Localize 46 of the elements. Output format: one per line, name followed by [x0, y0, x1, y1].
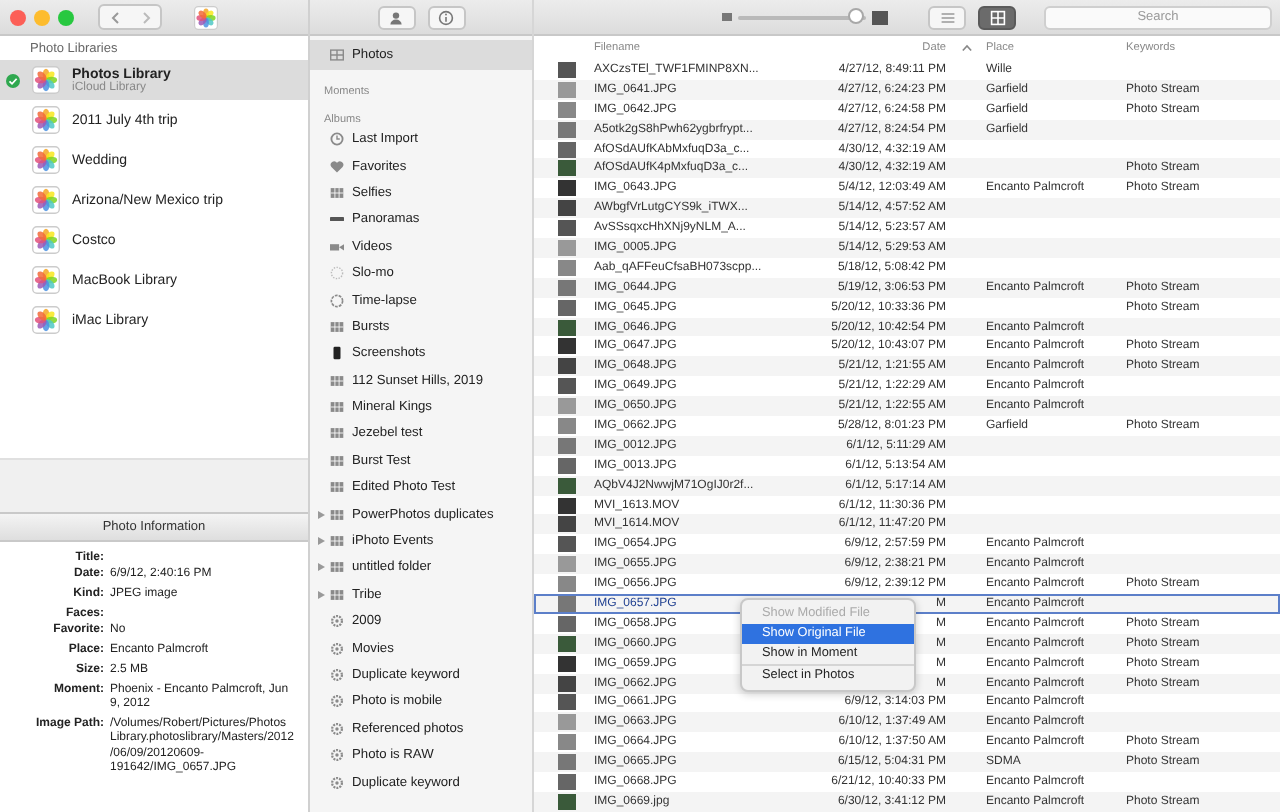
chevron-left-icon [109, 11, 121, 23]
grid-view-button[interactable] [978, 5, 1016, 29]
album-icon [330, 400, 344, 415]
info-icon [438, 9, 454, 25]
list-icon [939, 9, 955, 25]
album-icon [330, 587, 344, 602]
library-icon [32, 106, 60, 134]
zoom-button[interactable] [58, 9, 74, 25]
album-icon [330, 534, 344, 549]
heart-icon [330, 159, 344, 174]
phone-icon [330, 346, 344, 361]
person-icon [388, 9, 404, 25]
chevron-right-icon [139, 11, 151, 23]
photos-app-icon [194, 5, 218, 29]
library-icon [32, 146, 60, 174]
album-icon [330, 185, 344, 200]
panorama-icon [330, 212, 344, 227]
album-icon [330, 453, 344, 468]
slider-thumb[interactable] [847, 8, 864, 24]
dotted-circle-icon [330, 266, 344, 281]
disclosure-triangle-icon[interactable] [316, 509, 326, 520]
photos-grid-icon [330, 48, 344, 62]
library-icon [32, 66, 60, 94]
small-photo-icon [722, 12, 732, 22]
library-icon [32, 186, 60, 214]
album-icon [330, 373, 344, 388]
disclosure-triangle-icon[interactable] [316, 589, 326, 600]
album-icon [330, 426, 344, 441]
large-photo-icon [872, 9, 888, 25]
library-icon [32, 266, 60, 294]
disclosure-triangle-icon[interactable] [316, 536, 326, 547]
minimize-button[interactable] [34, 9, 50, 25]
close-button[interactable] [10, 9, 26, 25]
album-icon [330, 560, 344, 575]
info-button[interactable] [427, 5, 465, 29]
album-icon [330, 507, 344, 522]
disclosure-triangle-icon[interactable] [316, 562, 326, 573]
list-view-button[interactable] [928, 5, 966, 29]
grid-icon [989, 9, 1005, 25]
library-icon [32, 306, 60, 334]
clock-icon [330, 132, 344, 147]
dashed-circle-icon [330, 293, 344, 308]
album-icon [330, 480, 344, 495]
album-icon [330, 319, 344, 334]
person-button[interactable] [377, 5, 415, 29]
library-icon [32, 226, 60, 254]
